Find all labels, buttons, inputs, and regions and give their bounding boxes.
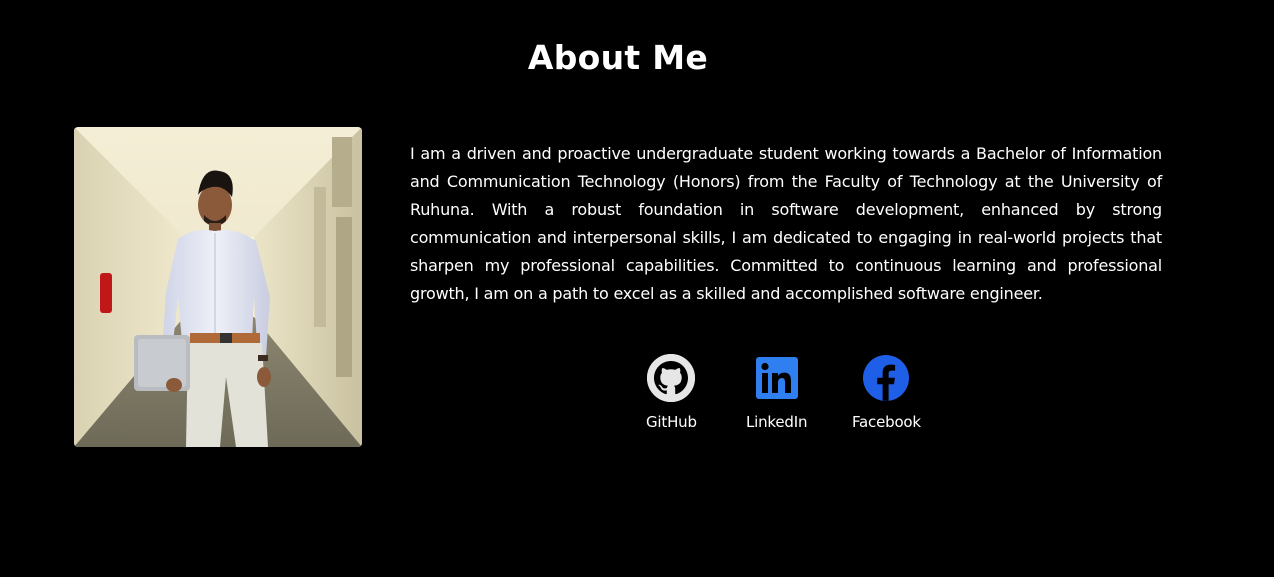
linkedin-link[interactable]: LinkedIn: [746, 354, 807, 431]
about-me-section: About Me I am a driven and proactive und…: [0, 0, 1274, 577]
bio-text: I am a driven and proactive undergraduat…: [410, 144, 1162, 303]
section-title: About Me: [527, 38, 709, 77]
facebook-icon: [863, 355, 910, 401]
facebook-label: Facebook: [852, 413, 921, 431]
github-label: GitHub: [646, 413, 697, 431]
linkedin-label: LinkedIn: [746, 413, 808, 431]
linkedin-icon: [755, 357, 798, 399]
github-link[interactable]: GitHub: [646, 354, 697, 431]
social-links: GitHub LinkedIn Facebook: [0, 354, 1274, 444]
github-icon: [647, 354, 696, 402]
facebook-link[interactable]: Facebook: [852, 354, 921, 431]
